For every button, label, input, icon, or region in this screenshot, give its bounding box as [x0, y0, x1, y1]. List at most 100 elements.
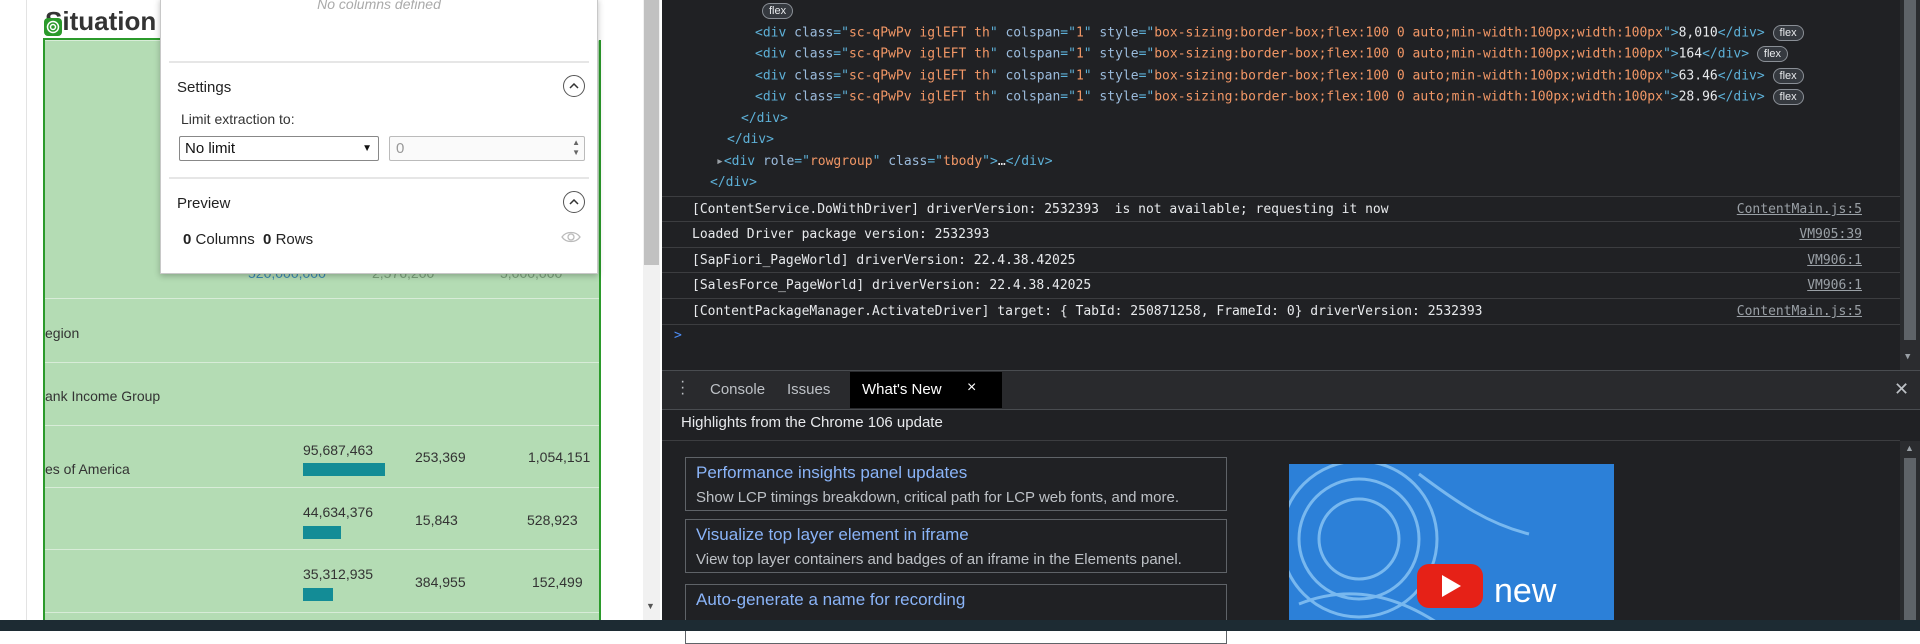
limit-number-value: 0 — [396, 140, 405, 157]
console-text: [SalesForce_PageWorld] driverVersion: 22… — [692, 278, 1092, 293]
value-cell: 15,843 — [415, 512, 458, 528]
target-icon[interactable] — [44, 18, 62, 36]
feature-title[interactable]: Visualize top layer element in iframe — [696, 525, 969, 545]
scrollbar-thumb[interactable] — [1904, 458, 1916, 630]
console-message: Loaded Driver package version: 2532393 V… — [662, 221, 1900, 247]
console-message: [SapFiori_PageWorld] driverVersion: 22.4… — [662, 247, 1900, 273]
attr-value: 1 — [1075, 25, 1084, 41]
console-text: Loaded Driver package version: 2532393 — [692, 227, 990, 242]
page-border — [26, 0, 27, 631]
attr-value: sc-qPwPv iglEFT th — [848, 25, 990, 41]
eye-icon[interactable] — [561, 230, 581, 249]
feature-title[interactable]: Performance insights panel updates — [696, 463, 967, 483]
source-link[interactable]: VM905:39 — [1799, 227, 1862, 242]
console-prompt[interactable]: > — [674, 328, 682, 343]
whats-new-scrollbar[interactable]: ▲ — [1900, 441, 1920, 631]
attr-name: style — [1099, 89, 1139, 105]
expand-arrow-icon[interactable]: ▸ — [716, 154, 724, 169]
node-text: 164 — [1678, 46, 1703, 62]
value-cell: 35,312,935 — [303, 566, 374, 582]
limit-label: Limit extraction to: — [181, 111, 295, 127]
rows-count: 0 — [263, 231, 272, 248]
dom-node-tbody[interactable]: ▸<div role="rowgroup" class="tbody">…</d… — [716, 154, 1053, 169]
tab-whats-new[interactable]: What's New × — [850, 372, 1002, 408]
video-thumbnail[interactable]: new — [1289, 464, 1614, 631]
dropdown-arrow-icon: ▼ — [362, 143, 372, 154]
video-label: new — [1494, 572, 1557, 610]
row-divider — [45, 612, 599, 613]
limit-select-value: No limit — [185, 140, 236, 157]
whats-new-panel: Highlights from the Chrome 106 update Pe… — [662, 409, 1920, 644]
page-scrollbar[interactable]: ▼ — [643, 0, 660, 620]
dom-node-close[interactable]: </div> — [741, 111, 788, 126]
close-tab-icon[interactable]: × — [967, 379, 976, 397]
scrollbar-thumb[interactable] — [644, 0, 659, 265]
feature-card[interactable]: Performance insights panel updates Show … — [685, 457, 1227, 511]
row-divider — [45, 487, 599, 488]
collapse-settings-icon[interactable] — [563, 75, 585, 97]
row-label: egion — [45, 325, 80, 341]
source-link[interactable]: VM906:1 — [1807, 253, 1862, 268]
dom-node[interactable]: <div class="sc-qPwPv iglEFT th" colspan=… — [755, 68, 1804, 84]
value-cell: 384,955 — [415, 574, 466, 590]
attr-name: style — [1099, 25, 1139, 41]
attr-name: class — [794, 68, 834, 84]
flex-badge[interactable]: flex — [1772, 68, 1804, 84]
value-bar — [303, 588, 333, 601]
tab-issues[interactable]: Issues — [787, 381, 830, 398]
source-link[interactable]: ContentMain.js:5 — [1737, 202, 1862, 217]
attr-name: colspan — [1005, 68, 1061, 84]
close-drawer-icon[interactable]: ✕ — [1894, 379, 1909, 400]
row-divider — [45, 298, 599, 299]
attr-name: class — [794, 46, 834, 62]
node-text: 8,010 — [1678, 25, 1718, 41]
value-cell: 1,054,151 — [528, 449, 591, 465]
dom-node[interactable]: <div class="sc-qPwPv iglEFT th" colspan=… — [755, 89, 1804, 105]
attr-value: box-sizing:border-box;flex:100 0 auto;mi… — [1154, 68, 1663, 84]
feature-title[interactable]: Auto-generate a name for recording — [696, 590, 965, 610]
source-link[interactable]: VM906:1 — [1807, 278, 1862, 293]
spinner-icon[interactable]: ▲ ▼ — [572, 138, 580, 158]
flex-badge[interactable]: flex — [762, 3, 794, 19]
limit-number-input[interactable]: 0 ▲ ▼ — [389, 136, 585, 161]
chrome-graphic: new — [1289, 464, 1557, 631]
attr-name: colspan — [1005, 89, 1061, 105]
devtools-panel: flex <div class="sc-qPwPv iglEFT th" col… — [662, 0, 1920, 644]
columns-label: Columns — [195, 231, 255, 248]
feature-card[interactable]: Visualize top layer element in iframe Vi… — [685, 519, 1227, 573]
console-message: [ContentService.DoWithDriver] driverVers… — [662, 196, 1900, 222]
value-bar — [303, 463, 385, 476]
row-label: ank Income Group — [45, 388, 161, 404]
scroll-up-icon[interactable]: ▲ — [1905, 443, 1914, 453]
feature-card[interactable]: Auto-generate a name for recording — [685, 584, 1227, 644]
flex-badge[interactable]: flex — [1756, 46, 1789, 62]
console-text: [ContentService.DoWithDriver] driverVers… — [692, 202, 1389, 217]
dom-node[interactable]: <div class="sc-qPwPv iglEFT th" colspan=… — [755, 25, 1804, 41]
scroll-down-icon[interactable]: ▼ — [1905, 352, 1910, 362]
dom-node-close[interactable]: </div> — [710, 175, 757, 190]
attr-value: box-sizing:border-box;flex:100 0 auto;mi… — [1154, 46, 1663, 62]
node-text: 63.46 — [1678, 68, 1718, 84]
preview-summary: 0 Columns 0 Rows — [183, 231, 313, 248]
attr-value: 1 — [1075, 46, 1084, 62]
console-scrollbar[interactable]: ▼ — [1900, 0, 1920, 370]
collapse-preview-icon[interactable] — [563, 191, 585, 213]
scrollbar-thumb[interactable] — [1904, 0, 1916, 340]
value-cell: 44,634,376 — [303, 504, 374, 520]
source-link[interactable]: ContentMain.js:5 — [1737, 304, 1862, 319]
feature-description: View top layer containers and badges of … — [696, 551, 1182, 568]
flex-badge[interactable]: flex — [1772, 89, 1804, 105]
tab-console[interactable]: Console — [710, 381, 765, 398]
scroll-down-icon[interactable]: ▼ — [646, 601, 655, 611]
attr-value: 1 — [1075, 89, 1084, 105]
more-tools-icon[interactable]: · · · — [680, 374, 685, 402]
attr-value: box-sizing:border-box;flex:100 0 auto;mi… — [1154, 89, 1663, 105]
dom-node[interactable]: <div class="sc-qPwPv iglEFT th" colspan=… — [755, 46, 1789, 62]
attr-value: box-sizing:border-box;flex:100 0 auto;mi… — [1154, 25, 1663, 41]
dom-node-close[interactable]: </div> — [727, 132, 774, 147]
row-label: es of America — [45, 461, 130, 477]
limit-select[interactable]: No limit ▼ — [179, 136, 379, 161]
flex-badge[interactable]: flex — [1772, 25, 1804, 41]
tag-name: <div — [755, 25, 795, 41]
divider — [662, 440, 1900, 441]
